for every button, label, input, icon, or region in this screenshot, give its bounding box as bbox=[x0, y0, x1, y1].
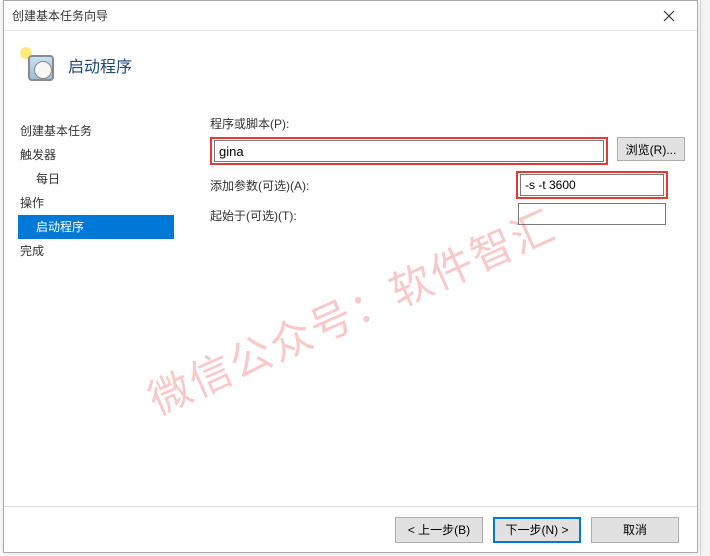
wizard-content: 程序或脚本(P): 浏览(R)... 添加参数(可选)(A): 起始于(可选)(… bbox=[174, 99, 697, 504]
args-input-highlight bbox=[516, 171, 668, 199]
sidebar-item-trigger[interactable]: 触发器 bbox=[18, 143, 174, 167]
args-label: 添加参数(可选)(A): bbox=[210, 177, 350, 194]
startin-label: 起始于(可选)(T): bbox=[210, 207, 350, 224]
wizard-footer: < 上一步(B) 下一步(N) > 取消 bbox=[4, 506, 697, 552]
close-icon[interactable] bbox=[649, 2, 689, 30]
window-title: 创建基本任务向导 bbox=[12, 7, 649, 24]
wizard-icon bbox=[22, 49, 54, 81]
wizard-header: 启动程序 bbox=[4, 31, 697, 99]
sidebar-item-create-task[interactable]: 创建基本任务 bbox=[18, 119, 174, 143]
cancel-button[interactable]: 取消 bbox=[591, 517, 679, 543]
wizard-sidebar: 创建基本任务 触发器 每日 操作 启动程序 完成 bbox=[4, 99, 174, 504]
next-button[interactable]: 下一步(N) > bbox=[493, 517, 581, 543]
program-label: 程序或脚本(P): bbox=[210, 115, 350, 132]
sidebar-item-finish[interactable]: 完成 bbox=[18, 239, 174, 263]
startin-wrap bbox=[518, 203, 666, 227]
browse-button[interactable]: 浏览(R)... bbox=[617, 137, 685, 161]
sidebar-item-start-program[interactable]: 启动程序 bbox=[18, 215, 174, 239]
sidebar-item-action[interactable]: 操作 bbox=[18, 191, 174, 215]
args-input[interactable] bbox=[520, 174, 664, 196]
program-input[interactable] bbox=[214, 140, 604, 162]
program-input-highlight bbox=[210, 137, 608, 165]
page-title: 启动程序 bbox=[68, 53, 132, 77]
titlebar: 创建基本任务向导 bbox=[4, 1, 697, 31]
sidebar-item-daily[interactable]: 每日 bbox=[18, 167, 174, 191]
back-button[interactable]: < 上一步(B) bbox=[395, 517, 483, 543]
app-right-strip bbox=[700, 0, 710, 556]
startin-input[interactable] bbox=[518, 203, 666, 225]
wizard-body: 创建基本任务 触发器 每日 操作 启动程序 完成 程序或脚本(P): 浏览(R)… bbox=[4, 99, 697, 504]
wizard-dialog: 创建基本任务向导 启动程序 创建基本任务 触发器 每日 操作 启动程序 完成 程… bbox=[3, 0, 698, 553]
